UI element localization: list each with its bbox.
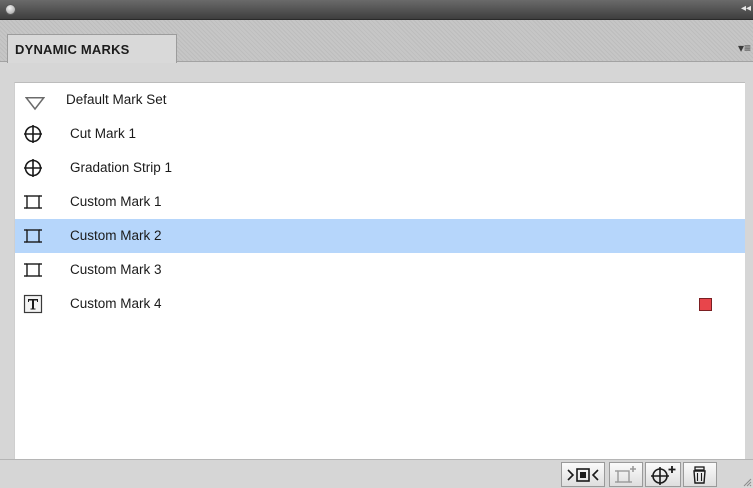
fit-to-frame-icon [567,468,599,482]
list-item[interactable]: Custom Mark 4 [15,287,745,321]
crosshair-circle-icon [24,125,42,143]
new-mark-button[interactable] [645,462,681,487]
custom-frame-icon [24,195,42,209]
custom-frame-icon [24,229,42,243]
list-item-label: Custom Mark 2 [70,228,162,243]
panel-menu-icon[interactable]: ▾≡ [738,41,751,55]
list-item[interactable]: Custom Mark 3 [15,253,745,287]
new-crosshair-mark-icon [651,466,676,485]
tab-bar: DYNAMIC MARKS ▾≡ [0,20,753,63]
list-item[interactable]: Gradation Strip 1 [15,151,745,185]
resize-grip-icon[interactable] [742,477,752,487]
text-mark-icon [23,294,43,314]
panel-toolbar [0,459,753,488]
list-item-label: Default Mark Set [66,92,167,107]
new-custom-mark-button[interactable] [609,462,643,487]
panel-titlebar: ◂◂ [0,0,753,20]
marks-list: Default Mark Set Cut Mark 1 Gradation St… [14,82,745,459]
color-swatch[interactable] [699,298,712,311]
fit-marks-button[interactable] [561,462,605,487]
new-custom-mark-icon [615,466,636,483]
list-item-selected[interactable]: Custom Mark 2 [15,219,745,253]
close-button[interactable] [5,4,16,15]
custom-frame-icon [24,263,42,277]
list-item-label: Cut Mark 1 [70,126,137,141]
tab-dynamic-marks[interactable]: DYNAMIC MARKS [7,34,177,63]
disclosure-triangle-icon[interactable] [25,94,45,114]
list-item[interactable]: Cut Mark 1 [15,117,745,151]
list-item-label: Custom Mark 4 [70,296,162,311]
list-item[interactable]: Default Mark Set [15,83,745,117]
list-item-label: Gradation Strip 1 [70,160,173,175]
list-item-label: Custom Mark 1 [70,194,162,209]
list-item-label: Custom Mark 3 [70,262,162,277]
crosshair-circle-icon [24,159,42,177]
list-item[interactable]: Custom Mark 1 [15,185,745,219]
delete-button[interactable] [683,462,717,487]
collapse-panel-icon[interactable]: ◂◂ [741,3,751,15]
trash-icon [693,466,706,484]
